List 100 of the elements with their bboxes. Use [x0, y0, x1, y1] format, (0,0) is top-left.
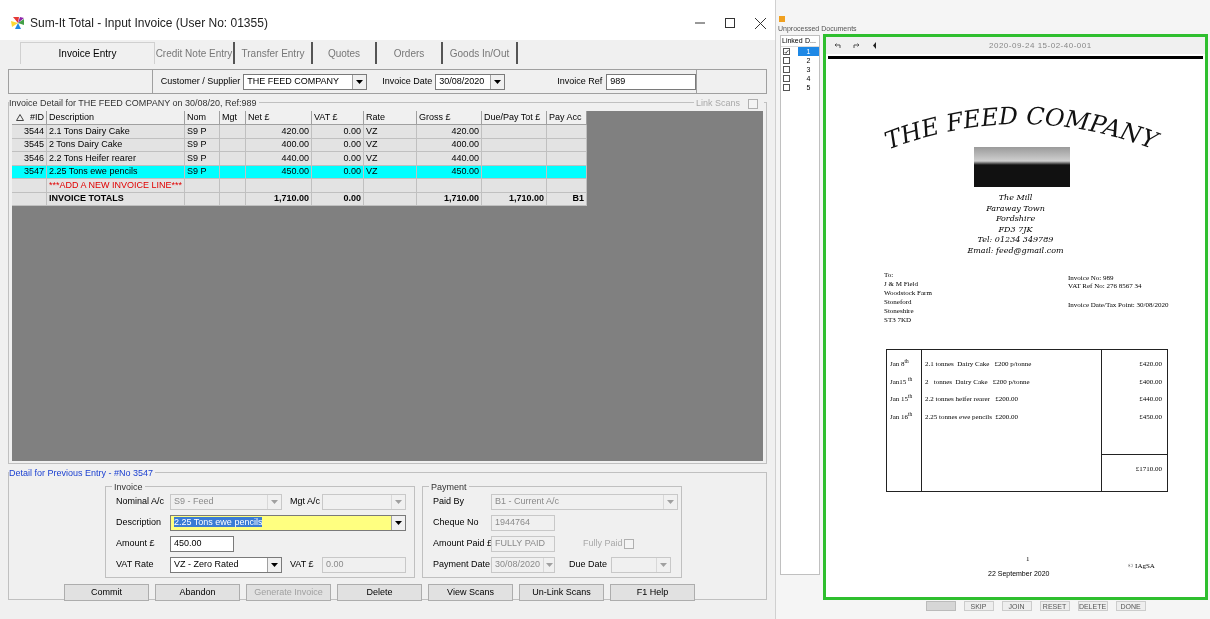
field-label: VAT Rate [116, 558, 155, 572]
column-header[interactable]: Gross £ [417, 111, 482, 125]
table-cell: 420.00 [417, 125, 482, 139]
address-line: Tel: 01234 349789 [977, 235, 1054, 246]
table-cell: 2.2 Tons Heifer rearer [47, 152, 185, 166]
column-header[interactable]: Due/Pay Tot £ [482, 111, 547, 125]
caret-icon [667, 500, 674, 504]
checkbox[interactable] [748, 98, 758, 109]
caret-icon [395, 521, 402, 525]
sort-icon[interactable] [16, 114, 24, 121]
close-icon[interactable] [754, 17, 766, 29]
dropdown-field[interactable]: 2.25 Tons ewe pencils [170, 515, 406, 531]
column-header[interactable]: Mgt [220, 111, 246, 125]
tab[interactable]: Invoice Entry [20, 42, 155, 64]
dropdown-field[interactable] [322, 494, 406, 510]
caret-icon [395, 500, 402, 504]
table-cell: 0.00 [312, 125, 364, 139]
table-cell: 2.1 Tons Dairy Cake [47, 125, 185, 139]
table-cell [220, 125, 246, 139]
tab[interactable]: Quotes [313, 42, 377, 64]
button[interactable]: Abandon [155, 584, 240, 601]
address-line: Fordshire [995, 214, 1036, 225]
input-field[interactable]: 989 [606, 73, 697, 90]
table-cell: VZ [364, 152, 417, 166]
checkbox[interactable] [783, 66, 790, 73]
button[interactable]: F1 Help [610, 584, 695, 601]
dropdown-field[interactable] [611, 557, 671, 573]
tab[interactable]: Orders [377, 42, 443, 64]
tab[interactable]: Credit Note Entry [155, 42, 235, 64]
column-header[interactable]: Nom [185, 111, 220, 125]
table-cell [246, 179, 312, 193]
field-label: Invoice Ref [557, 74, 603, 88]
column-header[interactable]: VAT £ [312, 111, 364, 125]
field-label: VAT £ [289, 558, 315, 572]
checkbox[interactable] [624, 539, 634, 549]
checkbox[interactable] [783, 84, 790, 91]
field-label: Invoice Date [382, 74, 433, 88]
table-cell [220, 152, 246, 166]
button[interactable]: View Scans [428, 584, 513, 601]
dropdown-field[interactable]: VZ - Zero Rated [170, 557, 282, 573]
column-header[interactable]: Net £ [246, 111, 312, 125]
field-label: Nominal A/c [116, 495, 166, 509]
table-cell [547, 179, 587, 193]
table-cell: 3546 [12, 152, 47, 166]
table-cell: 440.00 [246, 152, 312, 166]
tab[interactable]: Transfer Entry [235, 42, 313, 64]
table-cell [482, 179, 547, 193]
table-cell [220, 179, 246, 193]
column-header[interactable]: Rate [364, 111, 417, 125]
checkbox[interactable] [783, 48, 790, 55]
app-logo-icon [10, 16, 26, 30]
table-cell [364, 179, 417, 193]
group-title: Detail for Previous Entry - #No 3547 [9, 467, 156, 481]
caret-icon [271, 563, 278, 567]
back-arrow-icon[interactable] [872, 42, 877, 49]
column-header[interactable]: #ID [12, 111, 47, 125]
group-title: Payment [429, 481, 469, 495]
address-line: FD3 7JK [998, 224, 1033, 235]
table-cell: S9 P [185, 125, 220, 139]
document-title: 2020-09-24 15-02-40-001 [989, 39, 1092, 52]
dropdown-field[interactable]: THE FEED COMPANY [243, 73, 368, 90]
caret-icon [545, 563, 553, 567]
table-cell [547, 125, 587, 139]
field-label: Mgt A/c [289, 495, 321, 509]
group-title: Invoice Detail for THE FEED COMPANY on 30/08/20, Ref:989 [9, 97, 259, 111]
table-cell [417, 179, 482, 193]
table-cell [547, 152, 587, 166]
column-header[interactable]: Pay Acc [547, 111, 587, 125]
redo-icon[interactable] [853, 42, 860, 49]
table-cell [312, 179, 364, 193]
table-cell: 420.00 [246, 125, 312, 139]
address-line: Faraway Town [986, 203, 1045, 214]
field-label: Payment Date [433, 558, 491, 572]
address-line: Email: feed@gmail.com [967, 245, 1064, 256]
button[interactable]: Un-Link Scans [519, 584, 604, 601]
table-cell: S9 P [185, 152, 220, 166]
caret-icon [356, 79, 364, 84]
table-cell [482, 125, 547, 139]
checkbox[interactable] [783, 57, 790, 64]
field-label: Description [116, 516, 163, 530]
app-icon [779, 16, 785, 22]
address-line: The Mill [998, 193, 1033, 204]
checkbox[interactable] [783, 75, 790, 82]
table-cell: 0.00 [312, 152, 364, 166]
undo-icon[interactable] [834, 42, 841, 49]
field-label: Fully Paid [583, 537, 621, 551]
field-label: Cheque No [433, 516, 480, 530]
button[interactable]: Delete [337, 584, 422, 601]
table-cell [12, 179, 47, 193]
caret-icon [271, 500, 278, 504]
maximize-icon[interactable] [725, 18, 735, 28]
field-label: Amount £ [116, 537, 156, 551]
caret-icon [660, 563, 667, 567]
dropdown-field[interactable]: 30/08/2020 [435, 73, 506, 90]
field-label: Customer / Supplier [160, 74, 241, 88]
input-field[interactable]: 450.00 [170, 536, 234, 552]
table-cell: 440.00 [417, 152, 482, 166]
tab[interactable]: Goods In/Out [443, 42, 518, 64]
column-header[interactable]: Description [47, 111, 185, 125]
button[interactable]: Commit [64, 584, 149, 601]
